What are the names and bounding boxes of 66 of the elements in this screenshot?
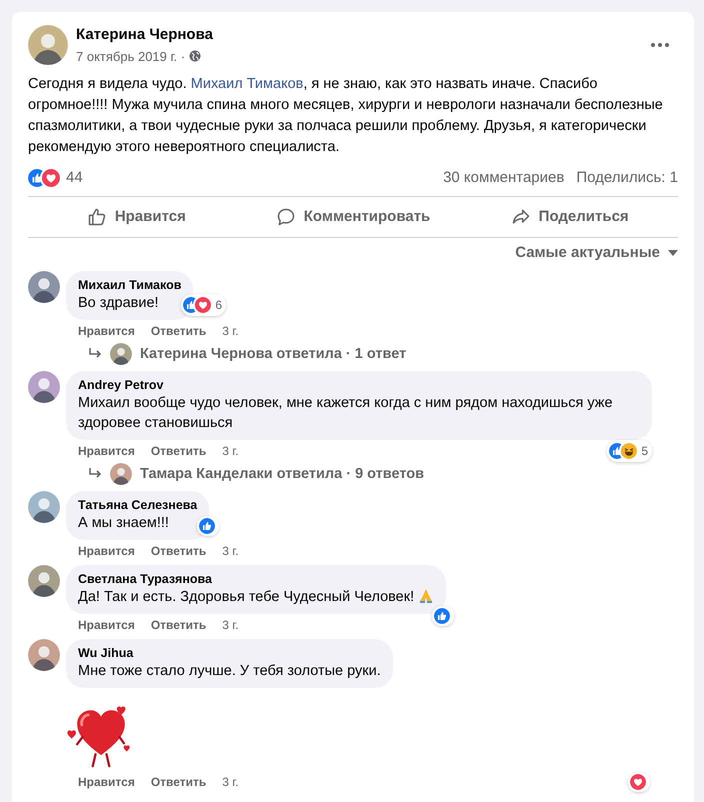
- comment-text: А мы знаем!!!: [78, 514, 170, 532]
- reply-arrow-icon: [88, 466, 102, 480]
- comment-time[interactable]: 3 г.: [222, 542, 239, 558]
- reaction-count: 6: [215, 296, 222, 314]
- mention-link[interactable]: Михаил Тимаков: [190, 76, 304, 92]
- comment-author[interactable]: Михаил Тимаков: [78, 278, 182, 292]
- avatar[interactable]: [28, 270, 60, 302]
- comment-action-link[interactable]: Ответить: [150, 542, 206, 558]
- post-author[interactable]: Катерина Чернова: [76, 24, 634, 46]
- sort-dropdown[interactable]: Самые актуальные: [515, 242, 678, 264]
- post-action-button[interactable]: Нравится: [28, 199, 245, 235]
- replies-link[interactable]: Катерина Чернова ответила · 1 ответ: [140, 344, 406, 362]
- comment-time[interactable]: 3 г.: [222, 322, 239, 338]
- comment-time[interactable]: 3 г.: [222, 774, 239, 790]
- reply-arrow-icon: [88, 346, 102, 360]
- shares-count[interactable]: Поделились: 1: [576, 166, 678, 190]
- comment-action-link[interactable]: Ответить: [150, 322, 206, 338]
- avatar[interactable]: [28, 638, 60, 670]
- comment-action-link[interactable]: Нравится: [78, 616, 135, 632]
- thumbs-up-icon: [86, 207, 107, 227]
- laughing-reaction-icon: [621, 442, 638, 458]
- reaction-badge[interactable]: [628, 772, 650, 792]
- caret-icon: [668, 250, 678, 256]
- comment-text: Мне тоже стало лучше. У тебя золотые руки.: [78, 662, 381, 680]
- heart-reaction-icon: [630, 774, 646, 790]
- heart-reaction-icon: [195, 296, 212, 312]
- reaction-badge[interactable]: [432, 606, 454, 626]
- comment-action-link[interactable]: Нравится: [78, 322, 135, 338]
- heart-reaction-icon: [42, 169, 60, 187]
- avatar[interactable]: [28, 490, 60, 522]
- post-action-button[interactable]: Комментировать: [244, 199, 462, 235]
- comment-action-link[interactable]: Нравится: [78, 774, 135, 790]
- reaction-badge[interactable]: [197, 516, 220, 536]
- comment-author[interactable]: Татьяна Селезнева: [78, 498, 198, 512]
- reaction-count[interactable]: 44: [66, 166, 83, 190]
- reaction-badge[interactable]: 5: [607, 440, 652, 462]
- avatar[interactable]: [110, 342, 132, 364]
- post-text: Сегодня я видела чудо. Михаил Тимаков, я не знаю, как это назвать иначе. Спасибо огромное!!!! Мужа мучила спина много месяцев, хирурги и неврологи назначали бесполезные спазмолитики, а твои чудесные руки за полчаса решили проблему. Друзья, я категорически рекомендую этого невероятного специалиста.: [28, 75, 664, 157]
- comment-action-link[interactable]: Ответить: [150, 616, 206, 632]
- post-date[interactable]: 7 октябрь 2019 г. ·: [76, 46, 186, 66]
- post-action-button[interactable]: Поделиться: [461, 199, 678, 235]
- comment-text: Да! Так и есть. Здоровья тебе Чудесный Человек!: [78, 586, 434, 606]
- comment-time[interactable]: 3 г.: [222, 442, 239, 458]
- comment-action-link[interactable]: Ответить: [150, 774, 206, 790]
- speech-bubble-icon: [276, 207, 296, 227]
- comment-action-link[interactable]: Нравится: [78, 442, 135, 458]
- comment-author[interactable]: Wu Jihua: [78, 646, 381, 660]
- more-icon: [651, 43, 669, 47]
- reaction-count: 5: [641, 442, 648, 460]
- like-reaction-icon: [434, 608, 450, 624]
- avatar[interactable]: [28, 370, 60, 402]
- comment-text: Михаил вообще чудо человек, мне кажется когда с ним рядом находишься уже здоровее становишься: [78, 394, 614, 432]
- like-reaction-icon: [199, 518, 216, 534]
- comments-count[interactable]: 30 комментариев: [443, 166, 564, 190]
- replies-link[interactable]: Тамара Канделаки ответила · 9 ответов: [140, 464, 424, 482]
- globe-icon: [189, 50, 202, 62]
- comment-text: Во здравие!: [78, 294, 160, 312]
- reaction-badge[interactable]: 6: [181, 294, 226, 316]
- avatar[interactable]: [110, 462, 132, 484]
- comment-time[interactable]: 3 г.: [222, 616, 239, 632]
- avatar[interactable]: [28, 25, 68, 65]
- comment-action-link[interactable]: Ответить: [150, 442, 206, 458]
- avatar[interactable]: [28, 564, 60, 596]
- comment-author[interactable]: Светлана Туразянова: [78, 572, 434, 586]
- comment-author[interactable]: Andrey Petrov: [78, 378, 640, 392]
- comment-action-link[interactable]: Нравится: [78, 542, 135, 558]
